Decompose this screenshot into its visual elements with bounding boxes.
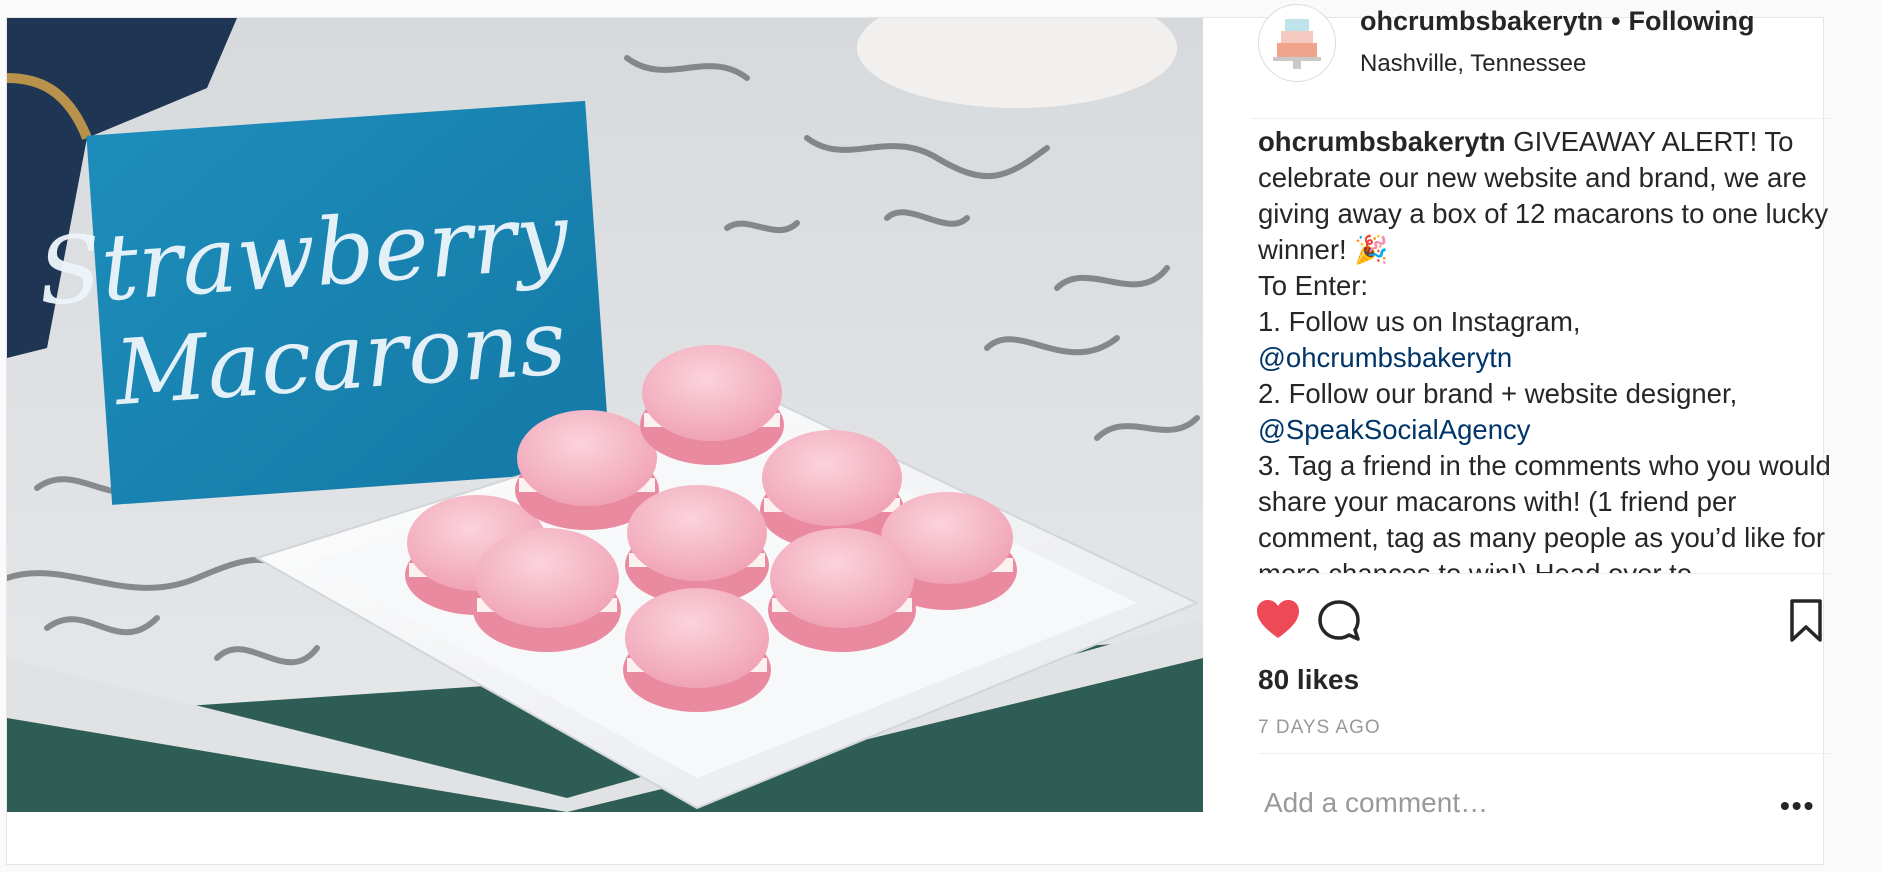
post-location[interactable]: Nashville, Tennessee	[1360, 50, 1586, 78]
separator-dot: •	[1611, 6, 1621, 36]
party-popper-icon: 🎉	[1354, 234, 1389, 265]
post-caption: ohcrumbsbakerytn GIVEAWAY ALERT! To cele…	[1258, 124, 1832, 573]
speech-bubble-icon	[1318, 600, 1360, 641]
like-button[interactable]	[1254, 596, 1302, 649]
cake-logo-icon	[1273, 19, 1321, 69]
action-bar	[1250, 596, 1832, 656]
avatar[interactable]	[1258, 4, 1336, 82]
comment-input[interactable]	[1262, 786, 1766, 820]
mention-link[interactable]: @SpeakSocialAgency	[1258, 414, 1531, 445]
caption-step-2: 2. Follow our brand + website designer,	[1258, 378, 1738, 409]
post-sidebar: ohcrumbsbakerytn • Following Nashville, Te…	[1250, 4, 1832, 864]
divider	[1258, 753, 1832, 754]
divider	[1258, 573, 1832, 574]
post-header: ohcrumbsbakerytn • Following Nashville, Te…	[1250, 4, 1832, 119]
save-button[interactable]	[1786, 598, 1826, 649]
caption-step-3: 3. Tag a friend in the comments who you …	[1258, 450, 1831, 573]
following-button[interactable]: Following	[1629, 6, 1755, 36]
post-photo[interactable]: Strawberry Macarons	[7, 18, 1203, 812]
mention-link[interactable]: @ohcrumbsbakerytn	[1258, 342, 1512, 373]
post-username[interactable]: ohcrumbsbakerytn	[1360, 6, 1603, 36]
post-timestamp[interactable]: 7 DAYS AGO	[1258, 717, 1381, 739]
more-options-icon[interactable]: •••	[1780, 790, 1815, 822]
caption-to-enter: To Enter:	[1258, 270, 1369, 301]
comment-button[interactable]	[1316, 598, 1362, 649]
instagram-post: Strawberry Macarons ohcrumbsbakerytn • F…	[6, 4, 1832, 865]
bookmark-icon	[1790, 599, 1822, 642]
macarons-photo: Strawberry Macarons	[7, 18, 1203, 812]
likes-count[interactable]: 80 likes	[1258, 664, 1359, 696]
caption-username[interactable]: ohcrumbsbakerytn	[1258, 126, 1506, 157]
heart-icon	[1257, 600, 1299, 638]
caption-step-1: 1. Follow us on Instagram,	[1258, 306, 1581, 337]
post-username-row: ohcrumbsbakerytn • Following	[1360, 6, 1755, 37]
